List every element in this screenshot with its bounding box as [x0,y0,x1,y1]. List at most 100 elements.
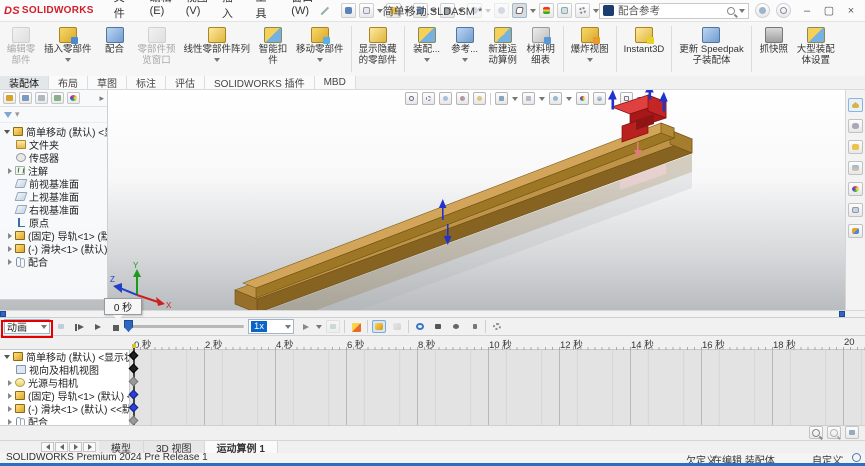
tab-annotation[interactable]: 标注 [127,76,166,90]
expand-icon[interactable] [8,392,12,399]
split-handle-left[interactable] [0,311,6,317]
status-globe-icon[interactable] [852,453,861,462]
filter-funnel-icon[interactable] [4,111,12,118]
playback-mode-icon[interactable] [298,320,312,333]
property-manager-tab-icon[interactable] [19,92,32,104]
taskpane-home-icon[interactable] [848,98,863,112]
forum-icon[interactable] [848,224,863,238]
motor-icon[interactable] [413,320,427,333]
print-icon[interactable] [440,3,455,18]
expand-icon[interactable] [4,129,10,134]
next-tab-icon[interactable] [69,442,82,452]
display-manager-tab-icon[interactable] [67,92,80,104]
mm-item-slider[interactable]: (-) 滑块<1> (默认) <<默 [0,402,129,415]
tab-assembly[interactable]: 装配体 [0,76,49,90]
select-tool-icon[interactable] [512,3,527,18]
tab-strip-overflow-icon[interactable]: ▸ [99,93,104,104]
expand-icon[interactable] [8,418,12,425]
minimize-button[interactable]: – [797,3,817,19]
instant3d-button[interactable]: Instant3D [620,25,669,56]
contact-icon[interactable] [449,320,463,333]
file-explorer-icon[interactable] [848,140,863,154]
timeline-zoom-out-icon[interactable] [827,426,841,439]
animation-wizard-icon[interactable] [349,320,363,333]
expand-icon[interactable] [8,232,12,239]
reference-geometry-button[interactable]: 参考... [446,25,484,62]
mm-item-assembly[interactable]: 简单移动 (默认) <显示状态 [0,350,129,363]
playback-mode-caret[interactable] [316,324,322,329]
timeline-grid[interactable] [130,350,865,425]
new-motion-study-button[interactable]: 新建运 动算例 [484,25,522,66]
tree-filter-row[interactable]: ▾ [0,107,107,123]
results-plots-icon[interactable] [431,320,445,333]
tab-mbd[interactable]: MBD [314,76,356,89]
tree-item-assembly-root[interactable]: 简单移动 (默认) <显示状态-1> [0,125,107,138]
expand-icon[interactable] [8,245,12,252]
maximize-button[interactable]: ▢ [819,3,839,19]
tab-motion-study-1[interactable]: 运动算例 1 [204,441,278,455]
view-palette-icon[interactable] [848,161,863,175]
play-from-start-icon[interactable] [72,320,86,333]
first-tab-icon[interactable] [41,442,54,452]
performance-evaluation-icon[interactable] [539,3,554,18]
user-account-icon[interactable] [755,3,770,18]
expand-icon[interactable] [8,167,12,174]
playback-speed-combo[interactable]: 1x [248,319,294,334]
gravity-icon[interactable] [467,320,481,333]
exploded-view-button[interactable]: 爆炸视图 [567,25,613,62]
split-handle-right[interactable] [839,311,845,317]
search-icon[interactable] [727,6,735,15]
open-dropdown-caret[interactable] [404,8,410,13]
pin-menu-icon[interactable] [320,6,334,19]
tree-item-slider[interactable]: (-) 滑块<1> (默认) <<默认>_显... [0,242,107,255]
timeline-zoom-fit-icon[interactable] [845,426,859,439]
show-hidden-components-button[interactable]: 显示隐藏 的零部件 [355,25,401,66]
smart-fasteners-button[interactable]: 智能扣 件 [254,25,292,66]
custom-properties-icon[interactable] [848,203,863,217]
tab-solidworks-addins[interactable]: SOLIDWORKS 插件 [205,76,315,90]
prev-tab-icon[interactable] [55,442,68,452]
mm-item-lights-cameras[interactable]: 光源与相机 [0,376,129,389]
assembly-model[interactable]: Y X Z [110,90,845,310]
expand-icon[interactable] [8,405,12,412]
feature-tree-tab-icon[interactable] [3,92,16,104]
autokey-icon[interactable] [372,320,386,333]
motion-study-properties-icon[interactable] [490,320,504,333]
timebar-slider[interactable] [124,320,244,332]
study-type-combo[interactable]: 动画 [4,319,50,334]
options-gear-icon[interactable] [575,3,590,18]
tree-item-mates[interactable]: 配合 [0,255,107,268]
new-document-icon[interactable] [359,3,374,18]
speed-caret[interactable] [285,324,291,329]
file-properties-icon[interactable] [557,3,572,18]
dimxpert-tab-icon[interactable] [51,92,64,104]
tab-layout[interactable]: 布局 [49,76,88,90]
update-speedpak-button[interactable]: 更新 Speedpak 子装配体 [675,25,747,66]
expand-icon[interactable] [4,354,10,359]
study-type-caret[interactable] [41,324,47,329]
search-dropdown-caret[interactable] [739,8,745,13]
large-assembly-settings-button[interactable]: 大型装配 体设置 [793,25,839,66]
timeline-h-scrollbar[interactable] [0,425,865,440]
assembly-features-button[interactable]: 装配... [408,25,446,62]
play-icon[interactable] [90,320,104,333]
design-library-icon[interactable] [848,119,863,133]
tree-item-sensors[interactable]: 传感器 [0,151,107,164]
new-dropdown-caret[interactable] [377,8,383,13]
tab-evaluate[interactable]: 评估 [166,76,205,90]
last-tab-icon[interactable] [83,442,96,452]
print-dropdown-caret[interactable] [458,8,464,13]
select-dropdown-caret[interactable] [530,8,536,13]
take-snapshot-button[interactable]: 抓快照 [755,25,793,56]
move-component-button[interactable]: 移动零部件 [292,25,348,62]
appearances-scenes-icon[interactable] [848,182,863,196]
configuration-manager-tab-icon[interactable] [35,92,48,104]
search-input[interactable]: 配合参考 [618,3,723,18]
tree-item-folder[interactable]: 文件夹 [0,138,107,151]
mm-item-orientation-camera-views[interactable]: 视向及相机视图 [0,363,129,376]
stop-icon[interactable] [108,320,122,333]
tree-item-annotations[interactable]: 注解 [0,164,107,177]
expand-icon[interactable] [8,379,12,386]
search-command-box[interactable]: 配合参考 [599,2,749,19]
bill-of-materials-button[interactable]: 材料明 细表 [522,25,560,66]
